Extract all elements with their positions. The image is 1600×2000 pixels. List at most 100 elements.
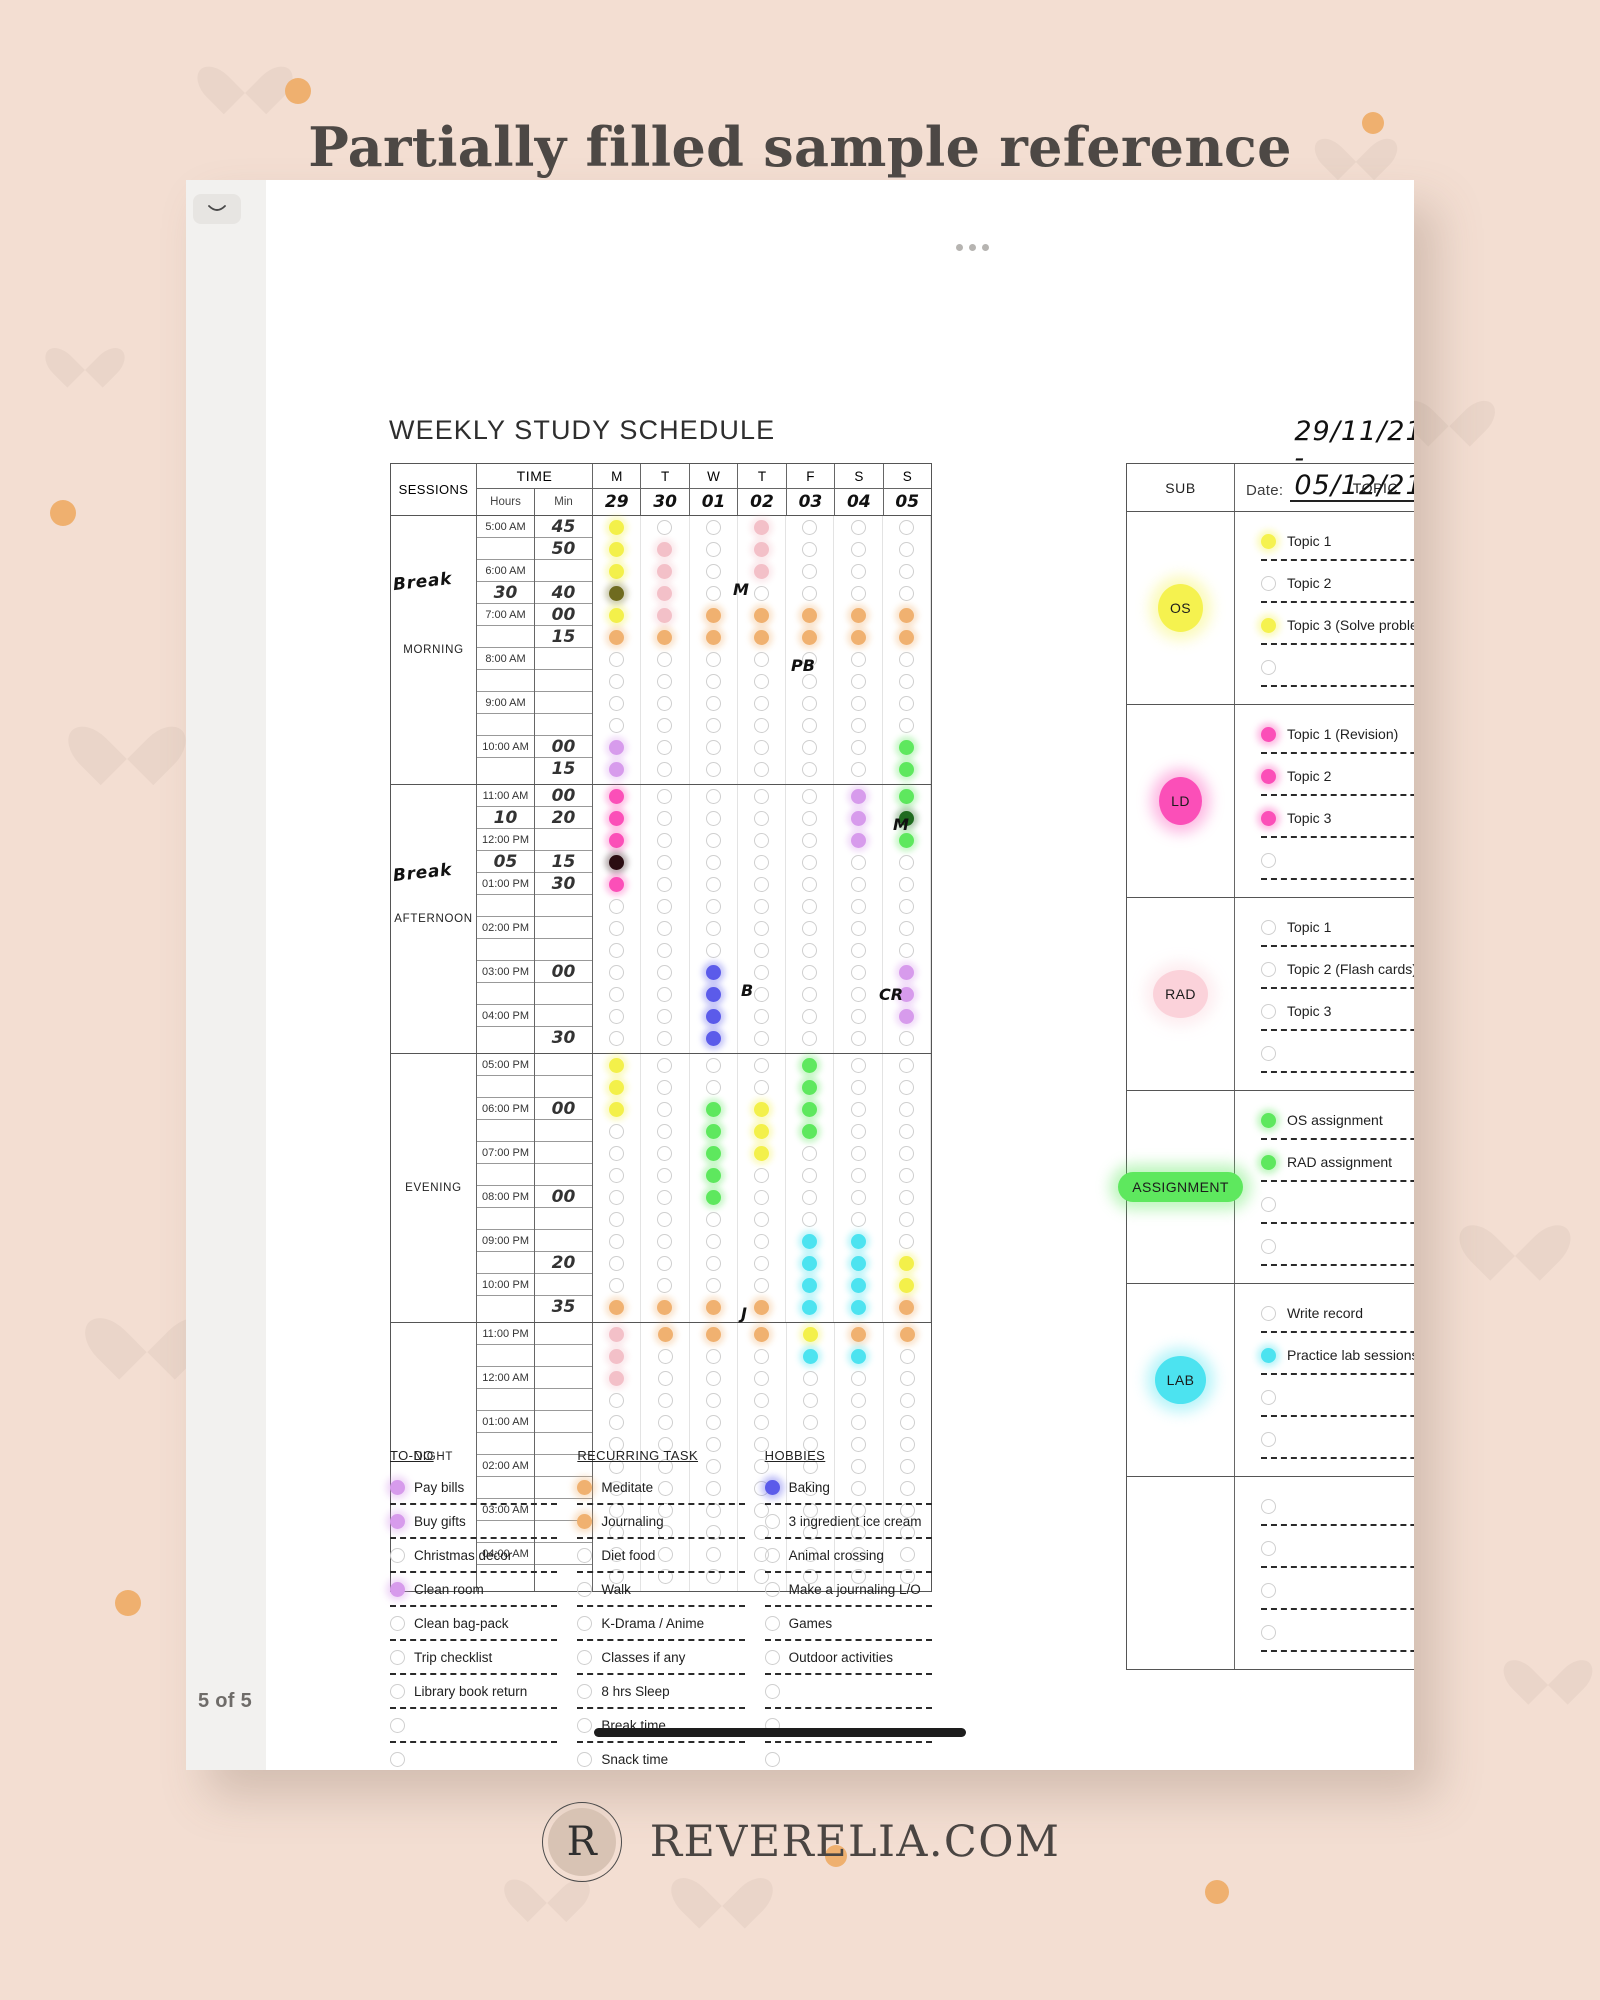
day-number[interactable]: 01	[690, 489, 737, 515]
topic-row[interactable]	[1261, 1535, 1414, 1568]
schedule-slot-dot[interactable]	[753, 1031, 769, 1046]
schedule-slot-dot[interactable]	[753, 608, 769, 623]
schedule-slot-dot[interactable]	[802, 1278, 818, 1293]
topic-checkbox[interactable]	[1261, 533, 1276, 549]
min-cell[interactable]: 00	[535, 736, 592, 758]
schedule-slot-dot[interactable]	[850, 877, 866, 892]
hour-cell[interactable]: 01:00 AM	[477, 1411, 534, 1433]
schedule-slot-dot[interactable]	[753, 943, 769, 958]
schedule-slot-dot[interactable]	[705, 740, 721, 755]
list-item-checkbox[interactable]	[390, 1514, 405, 1529]
list-item-checkbox[interactable]	[577, 1548, 593, 1563]
hour-cell[interactable]: 6:00 AM	[477, 560, 534, 582]
schedule-slot-dot[interactable]	[657, 630, 673, 645]
schedule-slot-dot[interactable]	[609, 520, 625, 535]
topic-row[interactable]: Topic 3	[1261, 805, 1414, 838]
min-cell[interactable]: 00	[535, 961, 592, 983]
schedule-slot-dot[interactable]	[657, 542, 673, 557]
min-cell[interactable]: 30	[535, 873, 592, 895]
schedule-slot-dot[interactable]	[657, 1168, 673, 1183]
schedule-slot-dot[interactable]	[657, 1371, 673, 1386]
schedule-slot-dot[interactable]	[705, 877, 721, 892]
schedule-slot-dot[interactable]	[898, 921, 914, 936]
list-item-checkbox[interactable]	[577, 1684, 593, 1699]
schedule-slot-dot[interactable]	[753, 564, 769, 579]
schedule-slot-dot[interactable]	[705, 1300, 721, 1315]
schedule-slot-dot[interactable]	[898, 718, 914, 733]
topic-checkbox[interactable]	[1261, 810, 1276, 826]
schedule-slot-dot[interactable]	[706, 1371, 722, 1386]
topic-row[interactable]	[1261, 1577, 1414, 1610]
schedule-slot-dot[interactable]	[802, 811, 818, 826]
schedule-slot-dot[interactable]	[657, 696, 673, 711]
schedule-slot-dot[interactable]	[609, 1234, 625, 1249]
schedule-slot-dot[interactable]	[851, 1371, 867, 1386]
schedule-slot-dot[interactable]	[753, 1300, 769, 1315]
schedule-slot-dot[interactable]	[609, 718, 625, 733]
topic-row[interactable]	[1261, 1619, 1414, 1652]
schedule-slot-dot[interactable]	[705, 833, 721, 848]
schedule-slot-dot[interactable]	[850, 921, 866, 936]
schedule-slot-dot[interactable]	[705, 1146, 721, 1161]
topic-checkbox[interactable]	[1261, 1431, 1276, 1447]
min-cell[interactable]	[535, 670, 592, 692]
min-cell[interactable]	[535, 983, 592, 1005]
list-item-checkbox[interactable]	[764, 1616, 780, 1631]
schedule-slot-dot[interactable]	[753, 1124, 769, 1139]
schedule-slot-dot[interactable]	[851, 1415, 867, 1430]
day-number[interactable]: 02	[738, 489, 785, 515]
topic-row[interactable]: Topic 2	[1261, 570, 1414, 603]
schedule-slot-dot[interactable]	[657, 1234, 673, 1249]
schedule-slot-dot[interactable]	[657, 674, 673, 689]
min-cell[interactable]	[535, 1411, 592, 1433]
topic-checkbox[interactable]	[1261, 1624, 1276, 1640]
day-number[interactable]: 30	[641, 489, 688, 515]
list-item[interactable]: Christmas decor	[390, 1543, 558, 1573]
schedule-slot-dot[interactable]	[898, 1256, 914, 1271]
schedule-slot-dot[interactable]	[705, 1256, 721, 1271]
schedule-slot-dot[interactable]	[705, 762, 721, 777]
schedule-slot-dot[interactable]	[850, 762, 866, 777]
schedule-slot-dot[interactable]	[802, 1371, 818, 1386]
schedule-slot-dot[interactable]	[850, 520, 866, 535]
topic-checkbox[interactable]	[1261, 1389, 1276, 1405]
list-item-checkbox[interactable]	[577, 1480, 593, 1495]
list-item-checkbox[interactable]	[577, 1718, 593, 1733]
schedule-slot-dot[interactable]	[753, 1278, 769, 1293]
hour-cell[interactable]	[477, 1345, 534, 1367]
hour-cell[interactable]: 03:00 PM	[477, 961, 534, 983]
hour-cell[interactable]: 12:00 PM	[477, 829, 534, 851]
schedule-slot-dot[interactable]	[609, 899, 625, 914]
hour-cell[interactable]	[477, 1076, 534, 1098]
schedule-slot-dot[interactable]	[609, 652, 625, 667]
schedule-slot-dot[interactable]	[850, 696, 866, 711]
list-item-checkbox[interactable]	[390, 1480, 405, 1495]
schedule-slot-dot[interactable]	[609, 1168, 625, 1183]
schedule-slot-dot[interactable]	[850, 811, 866, 826]
topic-checkbox[interactable]	[1261, 1003, 1276, 1019]
schedule-slot-dot[interactable]	[753, 921, 769, 936]
hour-cell[interactable]: 12:00 AM	[477, 1367, 534, 1389]
topic-checkbox[interactable]	[1261, 575, 1276, 591]
schedule-slot-dot[interactable]	[898, 740, 914, 755]
min-cell[interactable]	[535, 1054, 592, 1076]
schedule-slot-dot[interactable]	[657, 855, 673, 870]
schedule-slot-dot[interactable]	[753, 1234, 769, 1249]
schedule-slot-dot[interactable]	[609, 1349, 625, 1364]
schedule-slot-dot[interactable]	[850, 586, 866, 601]
list-item[interactable]: Journaling	[577, 1509, 745, 1539]
schedule-slot-dot[interactable]	[657, 1278, 673, 1293]
schedule-slot-dot[interactable]	[609, 921, 625, 936]
schedule-slot-dot[interactable]	[899, 1415, 915, 1430]
schedule-slot-dot[interactable]	[609, 564, 625, 579]
hour-cell[interactable]	[477, 1164, 534, 1186]
topic-checkbox[interactable]	[1261, 617, 1276, 633]
topic-checkbox[interactable]	[1261, 1238, 1276, 1254]
schedule-slot-dot[interactable]	[705, 921, 721, 936]
min-cell[interactable]: 35	[535, 1296, 592, 1318]
schedule-slot-dot[interactable]	[850, 1212, 866, 1227]
schedule-slot-dot[interactable]	[753, 987, 769, 1002]
topic-checkbox[interactable]	[1261, 1196, 1276, 1212]
schedule-slot-dot[interactable]	[657, 965, 673, 980]
list-item-checkbox[interactable]	[764, 1752, 780, 1767]
